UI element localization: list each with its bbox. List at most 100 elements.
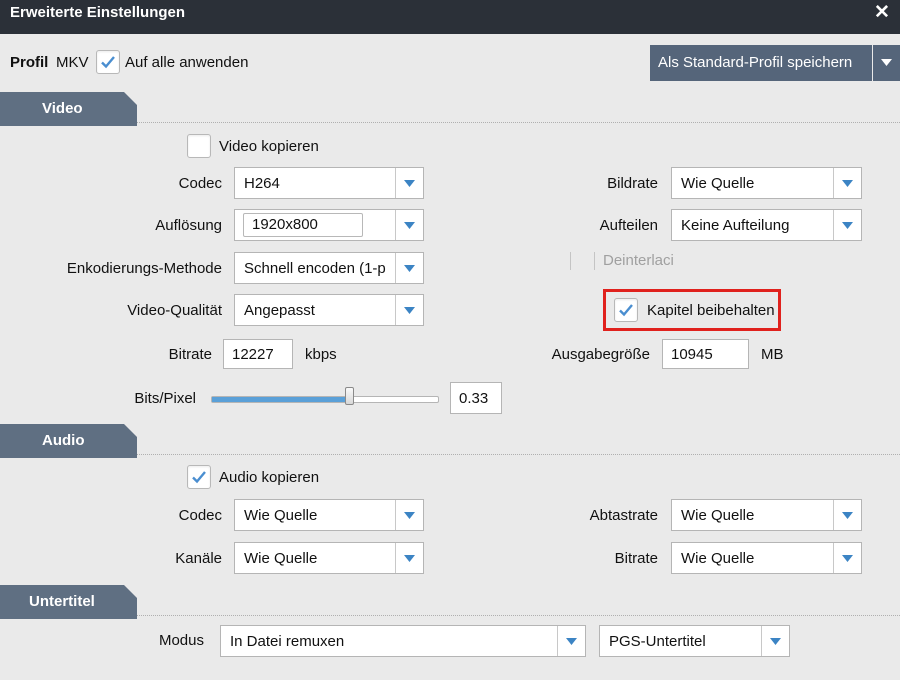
apply-all-label: Auf alle anwenden (125, 54, 249, 71)
bits-pixel-value: 0.33 (459, 390, 489, 407)
video-bitrate-label: Bitrate (168, 346, 212, 363)
samplerate-value: Wie Quelle (681, 507, 755, 524)
section-divider (137, 122, 900, 123)
section-subtitles-label: Untertitel (29, 593, 95, 610)
dropdown-arrow[interactable] (833, 210, 861, 240)
audio-codec-select[interactable]: Wie Quelle (234, 499, 424, 531)
checkmark-icon (619, 304, 633, 317)
checkmark-icon (192, 471, 206, 484)
dropdown-arrow[interactable] (833, 168, 861, 198)
chevron-down-icon (404, 307, 415, 314)
chevron-down-icon (404, 265, 415, 272)
audio-bitrate-select[interactable]: Wie Quelle (671, 542, 862, 574)
dropdown-arrow[interactable] (395, 543, 423, 573)
chevron-down-icon (404, 222, 415, 229)
chevron-down-icon (842, 555, 853, 562)
encoding-method-value: Schnell encoden (1-p (244, 260, 386, 277)
split-select[interactable]: Keine Aufteilung (671, 209, 862, 241)
bits-pixel-slider[interactable] (211, 396, 439, 403)
chevron-down-icon (566, 638, 577, 645)
split-label: Aufteilen (599, 217, 658, 234)
save-default-profile-button[interactable]: Als Standard-Profil speichern (650, 45, 872, 81)
output-size-label: Ausgabegröße (551, 346, 650, 363)
dropdown-arrow[interactable] (395, 295, 423, 325)
section-divider (137, 615, 900, 616)
encoding-method-select[interactable]: Schnell encoden (1-p (234, 252, 424, 284)
video-codec-label: Codec (178, 175, 222, 192)
chevron-down-icon (842, 180, 853, 187)
dropdown-arrow[interactable] (395, 253, 423, 283)
checkmark-icon (101, 56, 115, 69)
bits-pixel-label: Bits/Pixel (134, 390, 196, 407)
audio-codec-value: Wie Quelle (244, 507, 318, 524)
deinterlace-label: Deinterlaci (603, 252, 674, 269)
audio-bitrate-value: Wie Quelle (681, 550, 755, 567)
window-title: Erweiterte Einstellungen (10, 4, 186, 21)
section-audio-label: Audio (42, 432, 85, 449)
video-copy-label: Video kopieren (219, 138, 319, 155)
slider-fill (212, 397, 350, 402)
audio-codec-label: Codec (178, 507, 222, 524)
keep-chapters-checkbox[interactable] (614, 298, 638, 322)
audio-channels-label: Kanäle (175, 550, 222, 567)
dropdown-arrow[interactable] (557, 626, 585, 656)
chevron-down-icon (404, 180, 415, 187)
profile-value: MKV (56, 54, 89, 71)
chevron-down-icon (842, 512, 853, 519)
video-bitrate-input[interactable]: 12227 (223, 339, 293, 369)
subtitle-mode-value: In Datei remuxen (230, 633, 345, 650)
dropdown-arrow[interactable] (833, 543, 861, 573)
dropdown-arrow[interactable] (395, 168, 423, 198)
video-quality-value: Angepasst (244, 302, 315, 319)
video-codec-select[interactable]: H264 (234, 167, 424, 199)
dropdown-arrow[interactable] (761, 626, 789, 656)
video-codec-value: H264 (244, 175, 280, 192)
dropdown-arrow[interactable] (395, 210, 423, 240)
audio-copy-label: Audio kopieren (219, 469, 320, 486)
samplerate-select[interactable]: Wie Quelle (671, 499, 862, 531)
apply-all-checkbox[interactable] (96, 50, 120, 74)
section-video-label: Video (42, 100, 83, 117)
subtitle-format-select[interactable]: PGS-Untertitel (599, 625, 790, 657)
dropdown-arrow[interactable] (833, 500, 861, 530)
bits-pixel-input[interactable]: 0.33 (450, 382, 502, 414)
resolution-value: 1920x800 (252, 216, 318, 233)
split-value: Keine Aufteilung (681, 217, 790, 234)
audio-bitrate-label: Bitrate (614, 550, 658, 567)
save-default-profile-label: Als Standard-Profil speichern (658, 54, 853, 71)
audio-channels-select[interactable]: Wie Quelle (234, 542, 424, 574)
resolution-input[interactable]: 1920x800 (243, 213, 363, 237)
slider-handle[interactable] (345, 387, 354, 405)
audio-copy-checkbox[interactable] (187, 465, 211, 489)
audio-channels-value: Wie Quelle (244, 550, 318, 567)
section-divider (137, 454, 900, 455)
video-bitrate-value: 12227 (232, 346, 274, 363)
video-quality-label: Video-Qualität (127, 302, 222, 319)
divider (594, 252, 595, 270)
output-size-unit: MB (761, 346, 784, 363)
chevron-down-icon (404, 512, 415, 519)
close-icon[interactable]: ✕ (874, 3, 890, 23)
chevron-down-icon (404, 555, 415, 562)
resolution-label: Auflösung (155, 217, 222, 234)
chevron-down-icon (881, 59, 892, 66)
video-bitrate-unit: kbps (305, 346, 337, 363)
divider (570, 252, 571, 270)
framerate-label: Bildrate (607, 175, 658, 192)
output-size-input[interactable]: 10945 (662, 339, 749, 369)
dropdown-arrow[interactable] (395, 500, 423, 530)
chevron-down-icon (770, 638, 781, 645)
chevron-down-icon (842, 222, 853, 229)
video-quality-select[interactable]: Angepasst (234, 294, 424, 326)
samplerate-label: Abtastrate (589, 507, 658, 524)
profile-label: Profil (10, 54, 49, 71)
framerate-select[interactable]: Wie Quelle (671, 167, 862, 199)
encoding-method-label: Enkodierungs-Methode (66, 260, 222, 277)
subtitle-format-value: PGS-Untertitel (609, 633, 706, 650)
video-copy-checkbox[interactable] (187, 134, 211, 158)
framerate-value: Wie Quelle (681, 175, 755, 192)
save-profile-menu-button[interactable] (873, 45, 900, 81)
subtitle-mode-label: Modus (158, 632, 204, 649)
resolution-select[interactable]: 1920x800 (234, 209, 424, 241)
subtitle-mode-select[interactable]: In Datei remuxen (220, 625, 586, 657)
